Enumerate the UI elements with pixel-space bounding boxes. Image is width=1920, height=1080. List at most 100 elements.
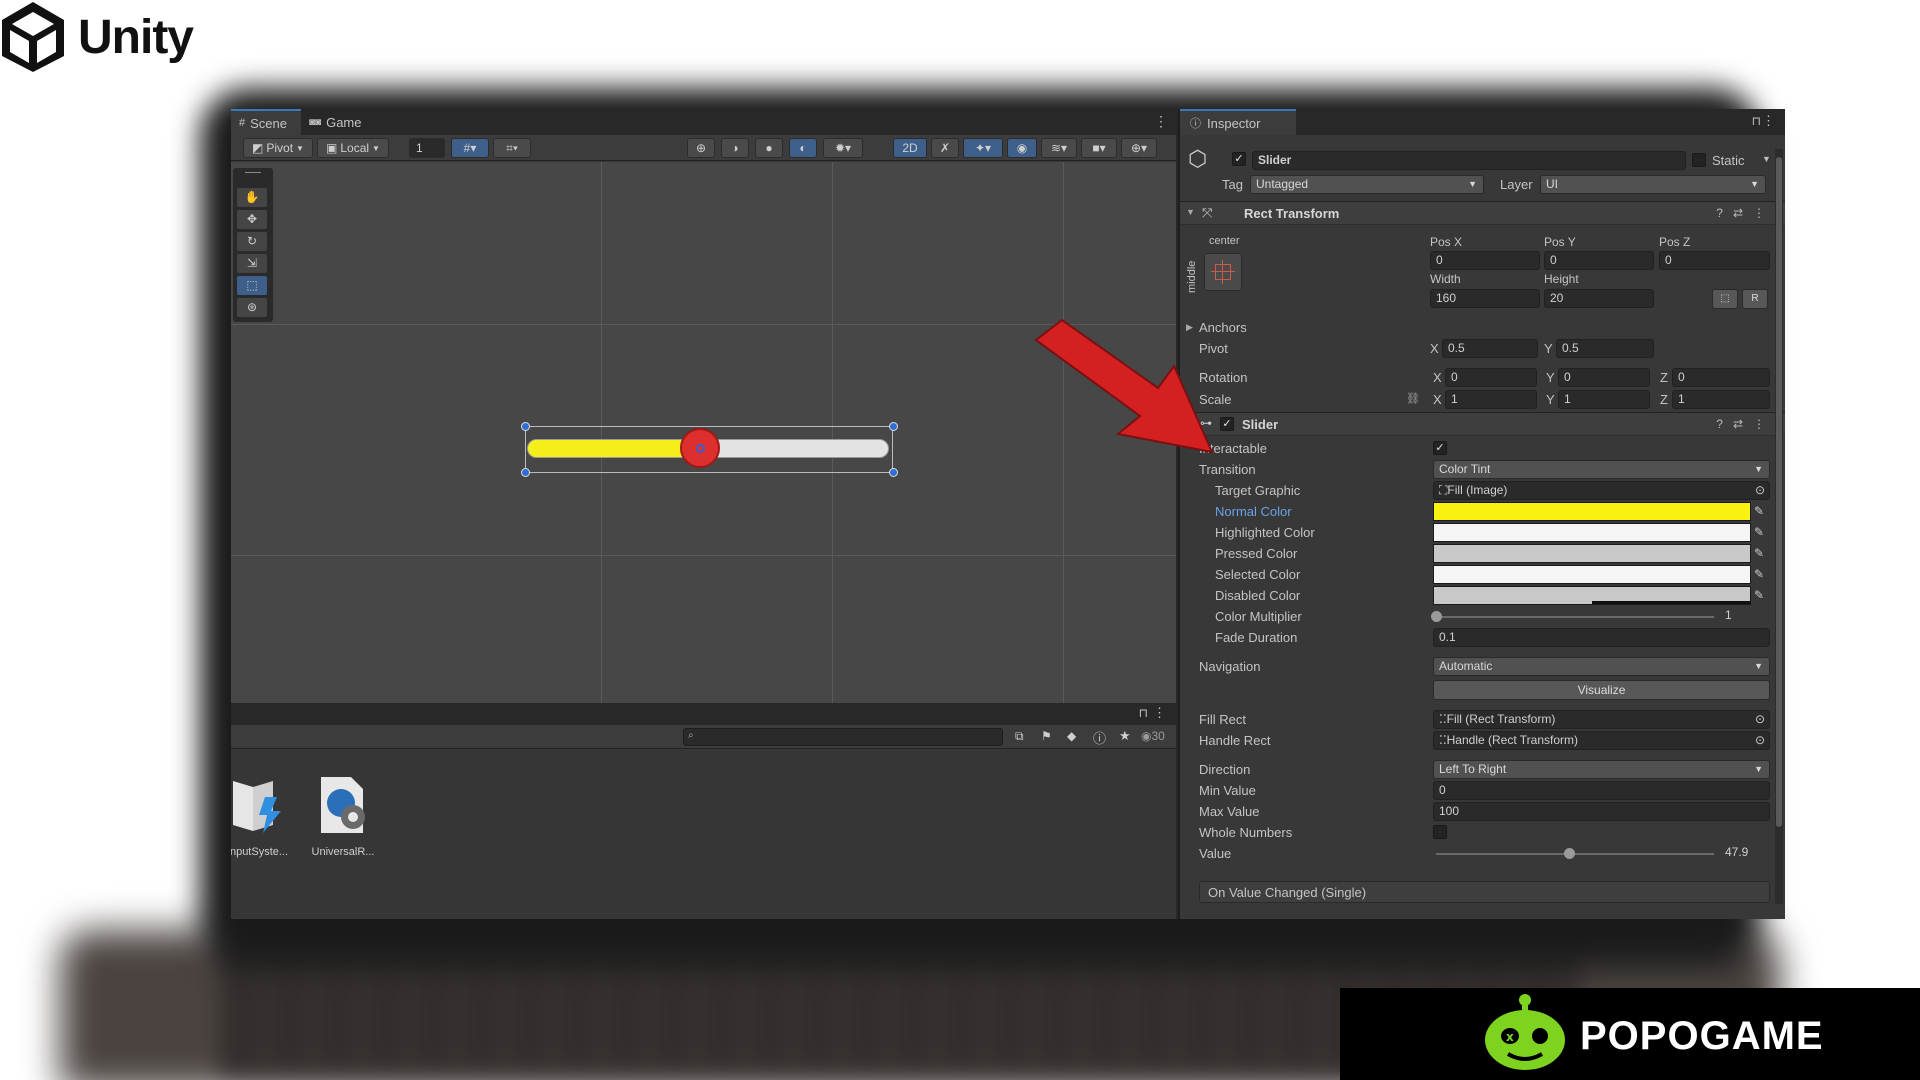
tab-scene[interactable]: # Scene <box>231 109 301 135</box>
color-multiplier-field[interactable]: 1 <box>1720 607 1770 626</box>
component-actions[interactable]: ?⇄⋮ <box>1716 417 1775 431</box>
pivot-x-field[interactable]: 0.5 <box>1442 339 1538 358</box>
scale-x-field[interactable]: 1 <box>1445 390 1537 409</box>
rect-handle[interactable] <box>521 468 530 477</box>
value-field[interactable]: 47.9 <box>1720 844 1770 863</box>
slider-handle[interactable] <box>680 428 720 468</box>
foldout-icon[interactable]: ▼ <box>1186 207 1195 217</box>
asset-input-system[interactable]: nputSyste... <box>231 773 299 858</box>
rot-z-field[interactable]: 0 <box>1672 368 1770 387</box>
pos-x-field[interactable]: 0 <box>1430 251 1540 270</box>
interactable-checkbox[interactable]: ✓ <box>1433 441 1447 455</box>
increment-snap-button[interactable]: ⌗▾ <box>493 138 531 158</box>
preset-icon[interactable]: ⇄ <box>1733 417 1753 431</box>
lock-icon[interactable]: ⊓ <box>1139 706 1148 720</box>
pos-y-field[interactable]: 0 <box>1544 251 1654 270</box>
gizmos-icon[interactable]: ⊕▾ <box>1121 138 1157 158</box>
project-search-input[interactable]: ⌕ <box>683 728 1003 746</box>
pos-z-field[interactable]: 0 <box>1659 251 1770 270</box>
visualize-button[interactable]: Visualize <box>1433 680 1770 700</box>
star-icon[interactable]: ★ <box>1119 728 1131 744</box>
rot-x-field[interactable]: 0 <box>1445 368 1537 387</box>
move-tool-icon[interactable]: ✥ <box>237 210 267 229</box>
color-multiplier-track[interactable] <box>1436 616 1714 618</box>
camera-icon[interactable]: ■▾ <box>1081 138 1117 158</box>
value-slider-handle[interactable] <box>1564 848 1575 859</box>
color-multiplier-handle[interactable] <box>1431 611 1442 622</box>
rot-y-field[interactable]: 0 <box>1558 368 1650 387</box>
tab-game[interactable]: ◙◙ Game <box>301 109 376 135</box>
fill-rect-field[interactable]: ⁚⁚Fill (Rect Transform) ⊙ <box>1433 710 1770 729</box>
selected-color-swatch[interactable] <box>1433 565 1751 584</box>
object-picker-icon[interactable]: ⊙ <box>1755 482 1765 499</box>
rect-handle[interactable] <box>889 422 898 431</box>
scene-menu-icon[interactable]: ⋮ <box>1154 113 1168 130</box>
global-icon[interactable]: ⊕ <box>687 138 715 158</box>
sphere-icon[interactable]: ◑ <box>721 138 749 158</box>
object-picker-icon[interactable]: ⊙ <box>1755 732 1765 749</box>
preset-icon[interactable]: ⇄ <box>1733 206 1753 220</box>
transform-tool-icon[interactable]: ⊛ <box>237 298 267 317</box>
eyedropper-icon[interactable]: ✎ <box>1754 525 1764 539</box>
eyedropper-icon[interactable]: ✎ <box>1754 567 1764 581</box>
visibility-icon[interactable]: ◉ <box>1007 138 1037 158</box>
rect-handle[interactable] <box>521 422 530 431</box>
normal-color-swatch[interactable] <box>1433 502 1751 521</box>
value-slider-track[interactable] <box>1436 853 1714 855</box>
scale-z-field[interactable]: 1 <box>1672 390 1770 409</box>
fade-duration-field[interactable]: 0.1 <box>1433 628 1770 647</box>
kebab-icon[interactable]: ⋮ <box>1762 113 1775 129</box>
tag-dropdown[interactable]: Untagged ▼ <box>1250 175 1484 194</box>
drag-handle-icon[interactable] <box>245 172 261 173</box>
effects-icon[interactable]: ✦▾ <box>963 138 1003 158</box>
pressed-color-swatch[interactable] <box>1433 544 1751 563</box>
direction-dropdown[interactable]: Left To Right ▼ <box>1433 760 1770 779</box>
navigation-dropdown[interactable]: Automatic ▼ <box>1433 657 1770 676</box>
chevron-down-icon[interactable]: ▼ <box>1762 154 1771 164</box>
rect-tool-icon[interactable]: ⬚ <box>237 276 267 295</box>
slider-enabled-checkbox[interactable]: ✓ <box>1220 417 1234 431</box>
handle-rect-field[interactable]: ⁚⁚Handle (Rect Transform) ⊙ <box>1433 731 1770 750</box>
whole-numbers-checkbox[interactable] <box>1433 825 1447 839</box>
component-actions[interactable]: ?⇄⋮ <box>1716 206 1775 220</box>
tab-inspector[interactable]: ⓘ Inspector <box>1180 109 1296 135</box>
blueprint-mode-button[interactable]: ⬚ <box>1712 289 1738 309</box>
static-checkbox[interactable] <box>1692 153 1706 167</box>
scale-y-field[interactable]: 1 <box>1558 390 1650 409</box>
highlighted-color-swatch[interactable] <box>1433 523 1751 542</box>
filter-type-icon[interactable]: ⧉ <box>1015 729 1024 744</box>
slider-component-header[interactable]: ▼ ⊶ ✓ Slider ?⇄⋮ <box>1180 412 1785 436</box>
kebab-icon[interactable]: ⋮ <box>1753 417 1775 431</box>
help-icon[interactable]: ? <box>1716 417 1733 431</box>
disabled-color-swatch[interactable] <box>1433 586 1751 605</box>
snap-value-field[interactable]: 1 <box>409 138 445 158</box>
info-icon[interactable]: ⓘ <box>1093 728 1106 747</box>
layer-dropdown[interactable]: UI ▼ <box>1540 175 1766 194</box>
local-dropdown[interactable]: ▣ Local ▼ <box>317 138 389 158</box>
pivot-y-field[interactable]: 0.5 <box>1556 339 1654 358</box>
kebab-icon[interactable]: ⋮ <box>1153 705 1166 721</box>
height-field[interactable]: 20 <box>1544 289 1654 308</box>
mode-2d-button[interactable]: 2D <box>893 138 927 158</box>
rotate-tool-icon[interactable]: ↻ <box>237 232 267 251</box>
draw-mode-icon[interactable]: ◐ <box>789 138 817 158</box>
max-value-field[interactable]: 100 <box>1433 802 1770 821</box>
asset-universal-rp[interactable]: UniversalR... <box>303 773 383 858</box>
eyedropper-icon[interactable]: ✎ <box>1754 546 1764 560</box>
shaded-icon[interactable]: ● <box>755 138 783 158</box>
grid-snap-button[interactable]: #▾ <box>451 138 489 158</box>
target-graphic-field[interactable]: ⛶Fill (Image) ⊙ <box>1433 481 1770 500</box>
help-icon[interactable]: ? <box>1716 206 1733 220</box>
rect-transform-header[interactable]: ▼ ⤧ Rect Transform ?⇄⋮ <box>1180 201 1785 225</box>
tag-icon[interactable]: ◆ <box>1067 729 1076 743</box>
audio-icon[interactable]: ✗ <box>931 138 959 158</box>
active-checkbox[interactable]: ✓ <box>1232 152 1246 166</box>
anchors-row[interactable]: ▶ Anchors <box>1180 318 1770 338</box>
width-field[interactable]: 160 <box>1430 289 1540 308</box>
layers-icon[interactable]: ≋▾ <box>1041 138 1077 158</box>
hand-tool-icon[interactable]: ✋ <box>237 188 267 207</box>
scale-tool-icon[interactable]: ⇲ <box>237 254 267 273</box>
eyedropper-icon[interactable]: ✎ <box>1754 504 1764 518</box>
rect-handle[interactable] <box>889 468 898 477</box>
pivot-dropdown[interactable]: ◩ Pivot ▼ <box>243 138 313 158</box>
